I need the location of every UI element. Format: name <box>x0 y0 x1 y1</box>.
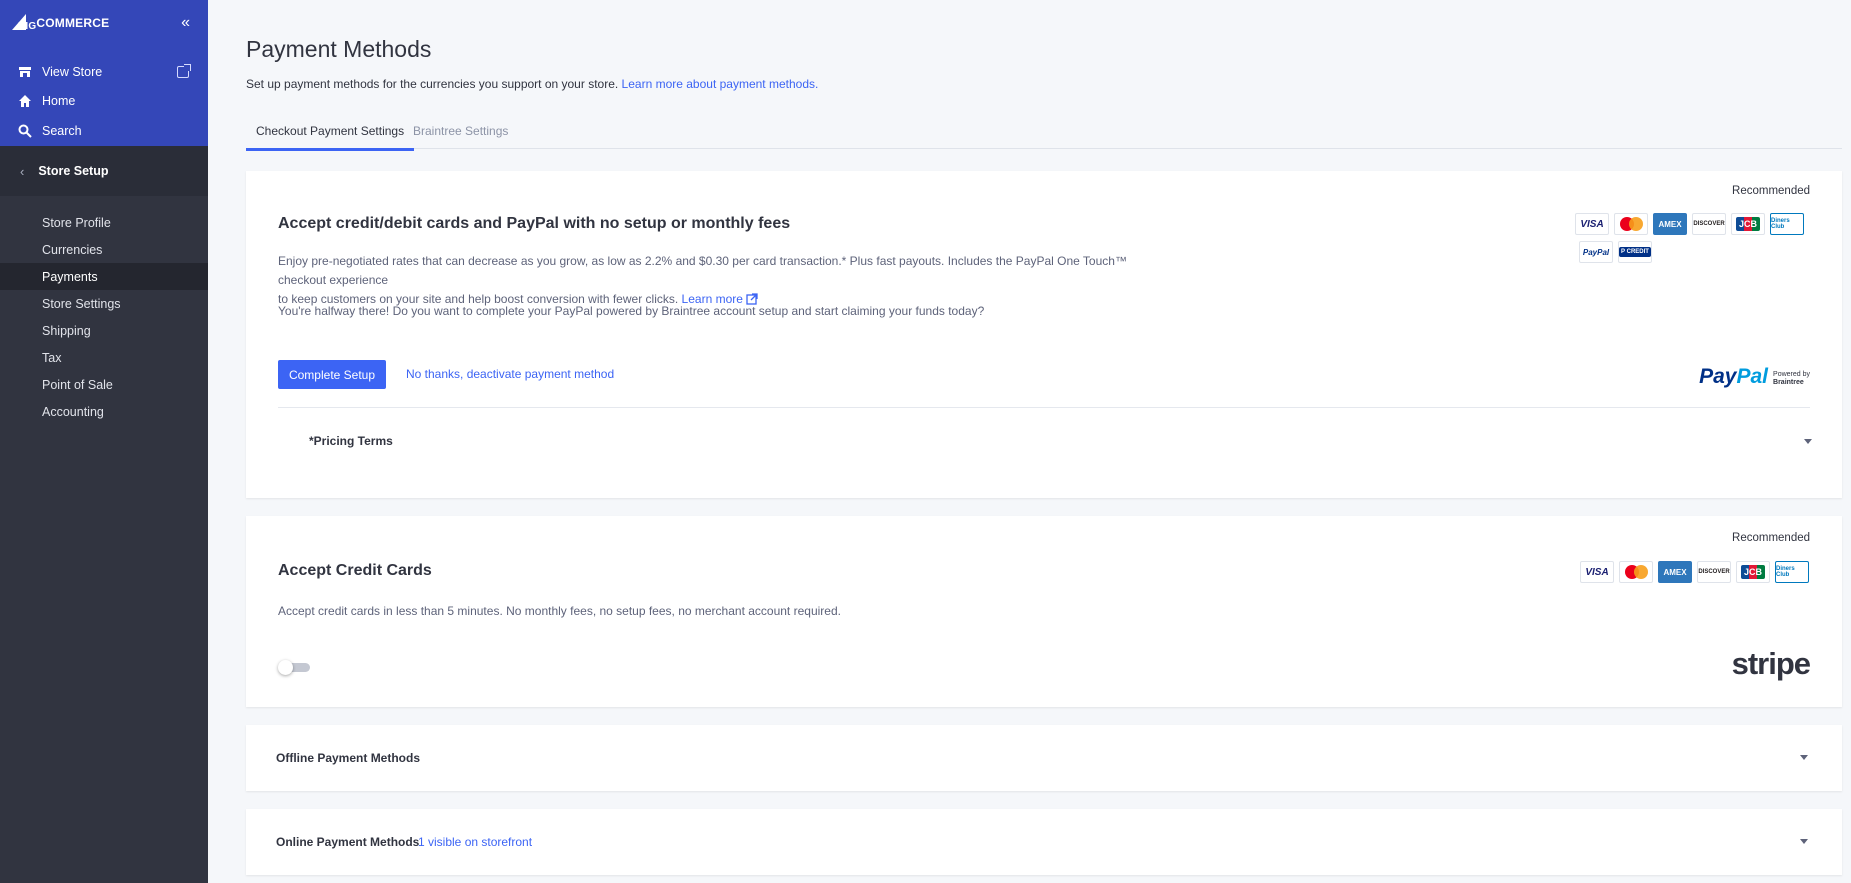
search-label: Search <box>42 124 82 138</box>
recommended-badge: Recommended <box>1732 532 1810 544</box>
store-icon <box>19 67 31 77</box>
sidebar-item-store-profile[interactable]: Store Profile <box>0 209 208 236</box>
discover-icon: DISCOVER <box>1697 561 1731 583</box>
amex-icon: AMEX <box>1653 213 1687 235</box>
sidebar-item-point-of-sale[interactable]: Point of Sale <box>0 371 208 398</box>
recommended-badge: Recommended <box>1732 185 1810 197</box>
page-subtitle: Set up payment methods for the currencie… <box>246 77 818 91</box>
mastercard-icon <box>1619 561 1653 583</box>
sidebar-top: BIG COMMERCE « View Store Home Search <box>0 0 208 146</box>
view-store-link[interactable]: View Store <box>18 65 102 79</box>
logo-commerce-text: COMMERCE <box>36 16 110 30</box>
view-store-label: View Store <box>42 65 103 79</box>
store-setup-label: Store Setup <box>38 164 109 178</box>
sidebar: BIG COMMERCE « View Store Home Search ‹ … <box>0 0 208 883</box>
sidebar-item-payments[interactable]: Payments <box>0 263 208 290</box>
stripe-card: Recommended Accept Credit Cards Accept c… <box>246 516 1842 707</box>
subtitle-text: Set up payment methods for the currencie… <box>246 77 619 91</box>
logo-big-text: BIG <box>18 21 37 32</box>
complete-setup-button[interactable]: Complete Setup <box>278 360 386 389</box>
stripe-logo: stripe <box>1731 646 1811 681</box>
sidebar-item-accounting[interactable]: Accounting <box>0 398 208 425</box>
sidebar-item-store-settings[interactable]: Store Settings <box>0 290 208 317</box>
mastercard-icon <box>1614 213 1648 235</box>
visible-on-storefront-badge: 1 visible on storefront <box>418 835 533 849</box>
paypal-braintree-logo: Pay Pal Powered by Braintree <box>1699 365 1810 388</box>
accepted-cards-row: VISA AMEX DISCOVER JCB Diners Club <box>1580 561 1809 583</box>
sidebar-item-currencies[interactable]: Currencies <box>0 236 208 263</box>
paypal-braintree-card: Recommended Accept credit/debit cards an… <box>246 171 1842 498</box>
stripe-card-description: Accept credit cards in less than 5 minut… <box>278 604 841 618</box>
online-payment-methods-title: Online Payment Methods <box>276 835 420 849</box>
page-title: Payment Methods <box>246 36 432 62</box>
diners-club-icon: Diners Club <box>1775 561 1809 583</box>
paypal-cards-row: PayPal P CREDIT <box>1579 241 1652 263</box>
sidebar-item-tax[interactable]: Tax <box>0 344 208 371</box>
deactivate-payment-link[interactable]: No thanks, deactivate payment method <box>406 367 614 381</box>
jcb-icon: JCB <box>1736 561 1770 583</box>
paypal-icon: PayPal <box>1579 241 1613 263</box>
store-setup-header[interactable]: ‹ Store Setup <box>0 146 208 196</box>
chevron-down-icon[interactable] <box>1800 755 1808 760</box>
halfway-text: You're halfway there! Do you want to com… <box>278 304 985 318</box>
tab-bar: Checkout Payment Settings Braintree Sett… <box>246 118 1842 151</box>
visa-icon: VISA <box>1580 561 1614 583</box>
card-divider <box>278 407 1810 408</box>
offline-payment-methods-title: Offline Payment Methods <box>276 751 421 765</box>
diners-club-icon: Diners Club <box>1770 213 1804 235</box>
search-link[interactable]: Search <box>18 124 82 138</box>
discover-icon: DISCOVER <box>1692 213 1726 235</box>
paypal-card-description: Enjoy pre-negotiated rates that can decr… <box>278 252 1178 309</box>
stripe-card-title: Accept Credit Cards <box>278 562 432 579</box>
stripe-enable-toggle[interactable] <box>278 660 312 675</box>
sidebar-item-shipping[interactable]: Shipping <box>0 317 208 344</box>
home-link[interactable]: Home <box>18 94 75 108</box>
paypal-card-title: Accept credit/debit cards and PayPal wit… <box>278 215 791 232</box>
paypal-credit-icon: P CREDIT <box>1618 241 1652 263</box>
home-icon <box>19 95 31 107</box>
external-link-icon[interactable] <box>177 64 191 78</box>
chevron-left-icon: ‹ <box>20 163 25 179</box>
tab-braintree-settings[interactable]: Braintree Settings <box>413 124 508 148</box>
paypal-desc-line1: Enjoy pre-negotiated rates that can decr… <box>278 254 1127 287</box>
home-label: Home <box>42 94 76 108</box>
offline-payment-methods-panel[interactable]: Offline Payment Methods <box>246 725 1842 791</box>
tab-checkout-payment-settings[interactable]: Checkout Payment Settings <box>246 124 415 151</box>
search-icon <box>18 124 32 138</box>
online-payment-methods-panel[interactable]: Online Payment Methods 1 visible on stor… <box>246 809 1842 875</box>
amex-icon: AMEX <box>1658 561 1692 583</box>
main-content: Payment Methods Set up payment methods f… <box>208 0 1851 883</box>
accepted-cards-row: VISA AMEX DISCOVER JCB Diners Club <box>1575 213 1804 235</box>
jcb-icon: JCB <box>1731 213 1765 235</box>
pricing-terms-toggle[interactable]: *Pricing Terms <box>309 434 393 448</box>
chevron-down-icon[interactable] <box>1800 839 1808 844</box>
learn-more-payments-link[interactable]: Learn more about payment methods. <box>622 77 819 91</box>
visa-icon: VISA <box>1575 213 1609 235</box>
bigcommerce-logo[interactable]: BIG COMMERCE <box>12 14 110 32</box>
collapse-sidebar-icon[interactable]: « <box>181 14 190 32</box>
chevron-down-icon[interactable] <box>1804 439 1812 444</box>
